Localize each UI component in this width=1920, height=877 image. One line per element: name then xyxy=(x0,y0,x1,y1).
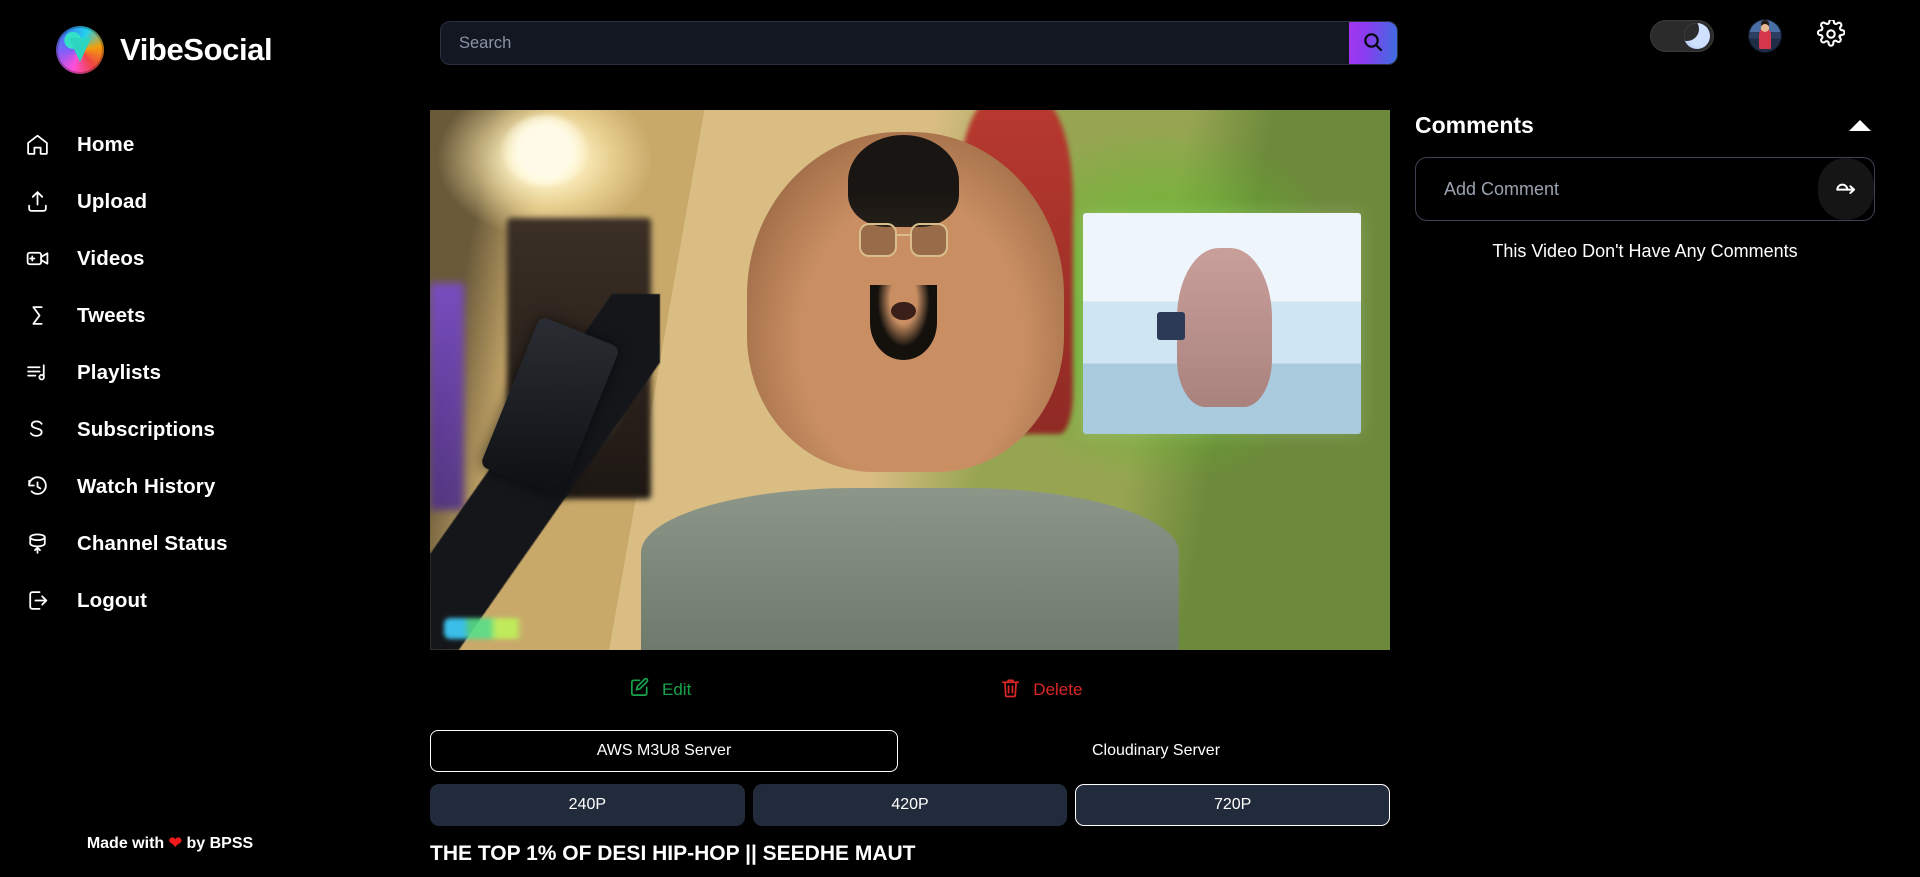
video-bokeh-lights xyxy=(444,617,531,640)
video-actions: Edit Delete xyxy=(430,670,1390,710)
brand[interactable]: VibeSocial xyxy=(0,0,420,74)
avatar[interactable] xyxy=(1748,19,1782,53)
sidebar-item-label: Videos xyxy=(77,246,145,270)
quality-button-240p[interactable]: 240P xyxy=(430,784,745,826)
add-comment-box xyxy=(1415,157,1875,221)
sidebar-item-label: Upload xyxy=(77,189,148,213)
send-comment-icon xyxy=(1833,175,1859,204)
settings-button[interactable] xyxy=(1816,18,1846,53)
video-subject-hair xyxy=(848,134,960,227)
edit-button[interactable]: Edit xyxy=(624,670,695,710)
sidebar-item-upload[interactable]: Upload xyxy=(6,173,420,230)
gear-icon xyxy=(1816,18,1846,53)
upload-icon xyxy=(24,189,50,215)
search-button[interactable] xyxy=(1349,22,1397,64)
sidebar-item-label: Watch History xyxy=(77,474,216,498)
server-button-cloudinary[interactable]: Cloudinary Server xyxy=(922,730,1390,772)
server-label: Cloudinary Server xyxy=(1091,742,1221,759)
header-controls xyxy=(1650,18,1846,53)
video-subject-head xyxy=(746,131,1064,472)
quality-label: 420P xyxy=(891,796,929,813)
credit-suffix: by BPSS xyxy=(186,835,254,852)
comments-collapse-button[interactable] xyxy=(1845,113,1875,139)
search-input[interactable] xyxy=(441,22,1349,64)
sidebar-item-label: Subscriptions xyxy=(77,417,215,441)
sidebar-item-playlists[interactable]: Playlists xyxy=(6,344,420,401)
sidebar-item-watch-history[interactable]: Watch History xyxy=(6,458,420,515)
vibesocial-logo-icon xyxy=(56,26,104,74)
playlist-icon xyxy=(24,360,50,386)
search-icon xyxy=(1361,30,1385,57)
quality-button-720p[interactable]: 720P xyxy=(1075,784,1391,826)
video-lamp xyxy=(502,115,589,186)
tweets-icon xyxy=(24,303,50,329)
add-comment-input[interactable] xyxy=(1416,178,1818,200)
sidebar-item-label: Home xyxy=(77,132,135,156)
sidebar-item-label: Logout xyxy=(77,588,148,612)
search-bar xyxy=(440,21,1398,65)
brand-name: VibeSocial xyxy=(120,32,273,67)
quality-selector: 240P 420P 720P xyxy=(430,784,1391,826)
moon-icon xyxy=(1684,23,1710,49)
comments-header: Comments xyxy=(1415,112,1875,139)
sidebar-item-subscriptions[interactable]: Subscriptions xyxy=(6,401,420,458)
comments-panel: Comments This Video Don't Have Any Comme… xyxy=(1415,112,1885,262)
logout-icon xyxy=(24,588,50,614)
server-label: AWS M3U8 Server xyxy=(596,742,732,759)
video-subject-beard xyxy=(870,284,937,360)
server-spacer xyxy=(898,730,922,772)
delete-button[interactable]: Delete xyxy=(995,670,1086,710)
server-selector: AWS M3U8 Server Cloudinary Server xyxy=(430,730,1390,772)
video-inset-clip xyxy=(1082,212,1362,434)
app-root: VibeSocial Home Upload Videos Tweets Pla… xyxy=(0,0,1920,877)
credit-prefix: Made with xyxy=(86,835,165,852)
quality-button-420p[interactable]: 420P xyxy=(752,784,1068,826)
server-button-aws[interactable]: AWS M3U8 Server xyxy=(430,730,898,772)
sidebar-item-label: Channel Status xyxy=(77,531,228,555)
video-player[interactable] xyxy=(430,110,1390,650)
sidebar-item-tweets[interactable]: Tweets xyxy=(6,287,420,344)
top-header xyxy=(420,0,1920,86)
video-inset-subject xyxy=(1156,248,1273,408)
quality-label: 720P xyxy=(1213,796,1252,813)
send-comment-button[interactable] xyxy=(1818,158,1874,220)
subscriptions-icon xyxy=(24,417,50,443)
video-camera-icon xyxy=(24,246,50,272)
video-column: Edit Delete AWS M3U8 Server Cloudinary S… xyxy=(430,110,1391,866)
sidebar-item-label: Playlists xyxy=(77,360,162,384)
sidebar-item-logout[interactable]: Logout xyxy=(6,572,420,629)
edit-label: Edit xyxy=(662,680,692,699)
quality-label: 240P xyxy=(568,796,607,813)
comments-title: Comments xyxy=(1415,112,1534,138)
comments-empty-message: This Video Don't Have Any Comments xyxy=(1492,241,1798,261)
chevron-up-icon xyxy=(1849,120,1871,131)
delete-label: Delete xyxy=(1033,680,1083,699)
dark-mode-toggle[interactable] xyxy=(1650,20,1714,52)
sidebar-item-home[interactable]: Home xyxy=(6,116,420,173)
heart-icon: ❤ xyxy=(168,835,183,852)
sidebar: VibeSocial Home Upload Videos Tweets Pla… xyxy=(0,0,420,877)
home-icon xyxy=(24,132,50,158)
history-clock-icon xyxy=(24,474,50,500)
pencil-square-icon xyxy=(628,676,651,704)
video-subject-body xyxy=(641,488,1179,650)
sidebar-item-label: Tweets xyxy=(77,303,146,327)
trash-icon xyxy=(999,676,1022,704)
sidebar-nav: Home Upload Videos Tweets Playlists Subs… xyxy=(0,116,420,629)
sidebar-item-videos[interactable]: Videos xyxy=(6,230,420,287)
video-title: THE TOP 1% OF DESI HIP-HOP || SEEDHE MAU… xyxy=(430,842,916,865)
video-subject-glasses xyxy=(859,223,948,258)
sidebar-footer-credit: Made with ❤ by BPSS xyxy=(0,833,340,853)
sidebar-item-channel-status[interactable]: Channel Status xyxy=(6,515,420,572)
database-stats-icon xyxy=(24,531,50,557)
